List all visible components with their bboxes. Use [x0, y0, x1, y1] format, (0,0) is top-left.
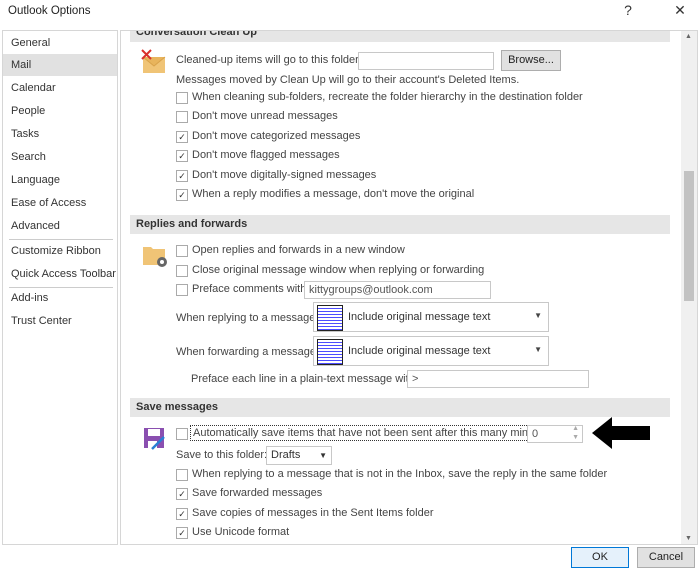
save-folder-value: Drafts — [271, 449, 301, 461]
option-label: Don't move flagged messages — [192, 149, 340, 161]
section-header-replies: Replies and forwards — [130, 215, 670, 234]
sidebar-item-mail[interactable]: Mail — [3, 54, 117, 76]
cleanup-folder-input[interactable] — [358, 52, 494, 70]
sidebar-item-calendar[interactable]: Calendar — [3, 77, 117, 99]
cleanup-envelope-icon — [141, 49, 166, 73]
spinner-arrows-icon[interactable]: ▲ ▼ — [572, 424, 579, 442]
section-header-cleanup: Conversation Clean Up — [130, 31, 670, 42]
reply-dropdown-value: Include original message text — [348, 311, 491, 323]
close-button[interactable]: ✕ — [670, 2, 690, 19]
chevron-down-icon: ▼ — [534, 311, 542, 320]
option-label: Preface comments with: — [192, 283, 310, 295]
forward-dropdown-value: Include original message text — [348, 345, 491, 357]
sidebar-item-ease-of-access[interactable]: Ease of Access — [3, 192, 117, 214]
cleanup-folder-label: Cleaned-up items will go to this folder: — [176, 54, 362, 66]
cancel-button[interactable]: Cancel — [637, 547, 695, 568]
option-label: When cleaning sub-folders, recreate the … — [192, 91, 583, 103]
checkbox-save-sent-copies[interactable]: ✓ — [176, 508, 188, 520]
scroll-up-icon[interactable]: ▲ — [685, 33, 692, 40]
browse-button[interactable]: Browse... — [501, 50, 561, 71]
checkbox-save-reply-same-folder[interactable] — [176, 469, 188, 481]
checkbox-unicode[interactable]: ✓ — [176, 527, 188, 539]
sidebar-item-language[interactable]: Language — [3, 169, 117, 191]
window-title: Outlook Options — [8, 5, 91, 17]
option-label: Don't move categorized messages — [192, 130, 361, 142]
save-folder-label: Save to this folder: — [176, 449, 268, 461]
checkbox-unread[interactable] — [176, 111, 188, 123]
arrow-left-icon — [592, 417, 650, 449]
forward-label: When forwarding a message: — [176, 346, 320, 358]
option-label: Save copies of messages in the Sent Item… — [192, 507, 434, 519]
checkbox-preface-comments[interactable] — [176, 284, 188, 296]
autosave-label: Automatically save items that have not b… — [190, 425, 555, 441]
sidebar-item-quick-access-toolbar[interactable]: Quick Access Toolbar — [3, 263, 117, 285]
forward-dropdown[interactable]: Include original message text ▼ — [313, 336, 549, 366]
sidebar-item-search[interactable]: Search — [3, 146, 117, 168]
checkbox-categorized[interactable]: ✓ — [176, 131, 188, 143]
scrollbar[interactable]: ▲ ▼ — [681, 31, 697, 544]
option-label: Don't move unread messages — [192, 110, 338, 122]
message-text-icon — [317, 305, 343, 331]
reply-dropdown[interactable]: Include original message text ▼ — [313, 302, 549, 332]
scrollbar-thumb[interactable] — [684, 171, 694, 301]
checkbox-close-original[interactable] — [176, 265, 188, 277]
save-disk-icon — [144, 428, 165, 450]
scroll-down-icon[interactable]: ▼ — [685, 535, 692, 542]
option-label: Don't move digitally-signed messages — [192, 169, 377, 181]
sidebar-item-customize-ribbon[interactable]: Customize Ribbon — [3, 240, 117, 262]
help-button[interactable]: ? — [618, 2, 638, 18]
reply-label: When replying to a message: — [176, 312, 319, 324]
sidebar-item-advanced[interactable]: Advanced — [3, 215, 117, 237]
sidebar-item-general[interactable]: General — [3, 32, 117, 54]
options-panel: ▲ ▼ Conversation Clean Up Cleaned-up ite… — [120, 30, 698, 545]
option-label: Save forwarded messages — [192, 487, 323, 499]
sidebar-item-tasks[interactable]: Tasks — [3, 123, 117, 145]
option-label: Use Unicode format — [192, 526, 290, 538]
sidebar: General Mail Calendar People Tasks Searc… — [2, 30, 118, 545]
ok-button[interactable]: OK — [571, 547, 629, 568]
option-label: Close original message window when reply… — [192, 264, 485, 276]
message-text-icon — [317, 339, 343, 365]
checkbox-flagged[interactable]: ✓ — [176, 150, 188, 162]
chevron-down-icon: ▼ — [319, 451, 327, 460]
chevron-down-icon: ▼ — [534, 345, 542, 354]
section-header-save: Save messages — [130, 398, 670, 417]
checkbox-save-forwarded[interactable]: ✓ — [176, 488, 188, 500]
sidebar-item-trust-center[interactable]: Trust Center — [3, 310, 117, 332]
checkbox-open-new-window[interactable] — [176, 245, 188, 257]
preface-comments-input[interactable]: kittygroups@outlook.com — [304, 281, 491, 299]
save-folder-dropdown[interactable]: Drafts ▼ — [266, 446, 332, 465]
autosave-minutes-spinner[interactable]: 0 ▲ ▼ — [527, 425, 583, 443]
option-label: When replying to a message that is not i… — [192, 468, 608, 480]
sidebar-item-people[interactable]: People — [3, 100, 117, 122]
option-label: When a reply modifies a message, don't m… — [192, 188, 475, 200]
folder-gear-icon — [143, 247, 167, 267]
checkbox-digitally-signed[interactable]: ✓ — [176, 170, 188, 182]
cleanup-note: Messages moved by Clean Up will go to th… — [176, 74, 520, 86]
plain-text-preface-label: Preface each line in a plain-text messag… — [191, 373, 418, 385]
checkbox-recreate-hierarchy[interactable] — [176, 92, 188, 104]
autosave-minutes-value: 0 — [532, 428, 539, 440]
plain-text-preface-input[interactable]: > — [407, 370, 589, 388]
sidebar-item-add-ins[interactable]: Add-ins — [3, 287, 117, 309]
checkbox-autosave[interactable] — [176, 428, 188, 440]
checkbox-reply-modifies[interactable]: ✓ — [176, 189, 188, 201]
option-label: Open replies and forwards in a new windo… — [192, 244, 405, 256]
